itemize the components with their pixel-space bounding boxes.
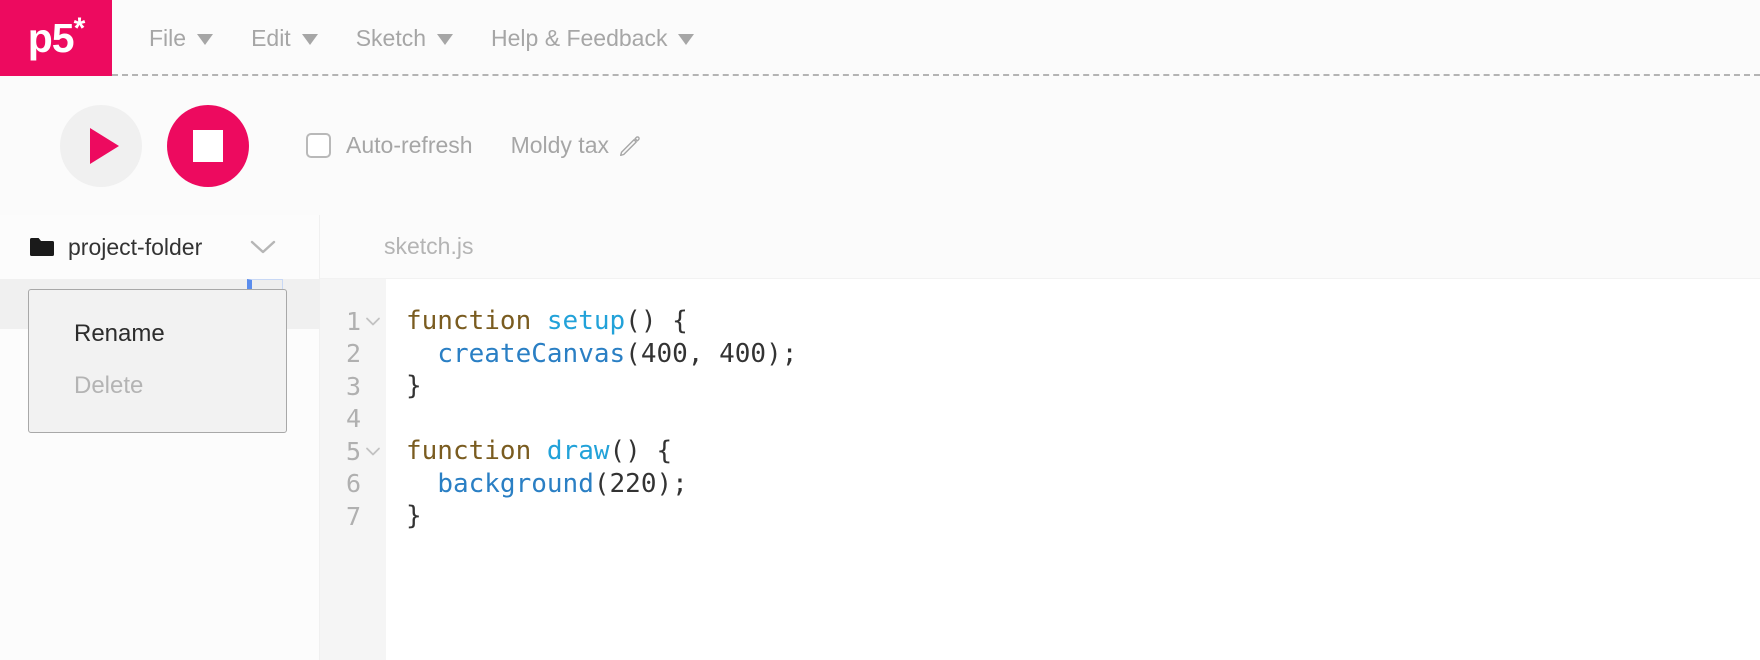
menu-item-sketch[interactable]: Sketch	[337, 15, 472, 61]
chevron-down-icon	[197, 34, 214, 45]
tab-sketch-js[interactable]: sketch.js	[384, 233, 473, 260]
gutter-line: 6	[320, 468, 386, 501]
line-number: 3	[345, 371, 361, 401]
code-token-def: setup	[546, 306, 626, 336]
code-token-kw: function	[406, 436, 532, 466]
code-line: background(220);	[406, 468, 1760, 501]
code-token-fn: background	[437, 468, 594, 499]
code-token-def: draw	[546, 436, 610, 466]
code-token-kw: function	[406, 306, 532, 336]
gutter-line: 7	[320, 500, 386, 533]
p5-logo[interactable]: p5 *	[0, 0, 112, 76]
code-token-plain: () {	[609, 436, 673, 466]
context-menu-item-rename[interactable]: Rename	[29, 308, 286, 360]
line-number-gutter: 1234567	[320, 279, 386, 660]
code-token-plain: }	[406, 501, 422, 531]
code-token-plain: }	[406, 371, 422, 401]
line-number: 1	[345, 306, 361, 336]
code-editor-panel: sketch.js 1234567 function setup() { cre…	[320, 215, 1760, 660]
context-menu-delete-label: Delete	[74, 372, 144, 399]
pencil-icon[interactable]	[618, 135, 640, 157]
context-menu-item-delete: Delete	[29, 360, 286, 412]
code-token-num: 220	[609, 468, 657, 499]
sketch-name-editor[interactable]: Moldy tax	[511, 132, 640, 159]
menu-item-help-feedback[interactable]: Help & Feedback	[472, 15, 713, 61]
chevron-down-icon	[437, 34, 454, 45]
file-sidebar: project-folder sketch.js	[0, 215, 320, 660]
chevron-down-icon[interactable]	[249, 238, 277, 256]
code-line: function draw() {	[406, 435, 1760, 468]
line-number: 6	[345, 469, 361, 499]
line-number: 5	[345, 436, 361, 466]
code-token-plain: );	[766, 338, 798, 369]
code-token-fn: createCanvas	[437, 338, 626, 369]
code-token-plain: ,	[687, 338, 720, 369]
p5-web-editor: p5 * File Edit Sketch Help & Feedback Au…	[0, 0, 1760, 660]
menu-item-sketch-label: Sketch	[355, 24, 427, 51]
fold-chevron-down-icon[interactable]	[364, 316, 382, 327]
auto-refresh-label: Auto-refresh	[346, 132, 473, 158]
code-token-num: 400	[719, 338, 767, 369]
file-context-menu: Rename Delete	[28, 289, 287, 433]
play-button[interactable]	[60, 104, 142, 187]
gutter-line: 3	[320, 370, 386, 403]
menu-item-file[interactable]: File	[130, 15, 232, 61]
line-number: 4	[345, 404, 361, 434]
code-line: }	[406, 500, 1760, 533]
code-token-plain: (	[625, 338, 641, 369]
top-navbar: p5 * File Edit Sketch Help & Feedback	[0, 0, 1760, 76]
stop-icon	[193, 129, 223, 162]
main-menu: File Edit Sketch Help & Feedback	[112, 0, 713, 76]
gutter-line: 5	[320, 435, 386, 468]
code-content[interactable]: function setup() { createCanvas(400, 400…	[386, 279, 1760, 660]
menu-item-edit[interactable]: Edit	[232, 15, 337, 61]
code-line: }	[406, 370, 1760, 403]
gutter-line: 2	[320, 338, 386, 371]
line-number: 7	[345, 501, 361, 531]
code-line: function setup() {	[406, 305, 1760, 338]
stop-button[interactable]	[167, 104, 249, 187]
code-area-wrapper[interactable]: 1234567 function setup() { createCanvas(…	[320, 279, 1760, 660]
menu-item-help-feedback-label: Help & Feedback	[491, 24, 668, 51]
editor-body: project-folder sketch.js	[0, 215, 1760, 660]
code-token-plain: );	[656, 468, 688, 499]
sidebar-project-header[interactable]: project-folder	[0, 215, 319, 279]
play-icon	[90, 127, 119, 164]
code-token-plain: (	[593, 468, 610, 499]
sketch-toolbar: Auto-refresh Moldy tax	[0, 76, 1760, 215]
auto-refresh-toggle[interactable]: Auto-refresh	[306, 132, 473, 159]
folder-icon	[30, 238, 54, 256]
line-number: 2	[345, 339, 361, 369]
context-menu-rename-label: Rename	[74, 320, 165, 347]
gutter-line: 1	[320, 305, 386, 338]
sketch-name-label: Moldy tax	[510, 132, 609, 158]
menu-item-edit-label: Edit	[251, 24, 291, 51]
auto-refresh-checkbox[interactable]	[306, 133, 331, 158]
menu-item-file-label: File	[149, 24, 187, 51]
p5-logo-star: *	[73, 12, 86, 45]
code-line: createCanvas(400, 400);	[406, 338, 1760, 371]
chevron-left-icon[interactable]	[340, 230, 368, 264]
fold-chevron-down-icon[interactable]	[364, 446, 382, 457]
code-token-num: 400	[640, 338, 688, 369]
sidebar-folder-name: project-folder	[68, 233, 203, 260]
editor-tabbar: sketch.js	[320, 215, 1760, 279]
chevron-down-icon	[678, 34, 695, 45]
code-token-plain: () {	[625, 306, 688, 336]
gutter-line: 4	[320, 403, 386, 436]
p5-logo-text: p5	[27, 14, 75, 61]
chevron-down-icon	[301, 34, 318, 45]
